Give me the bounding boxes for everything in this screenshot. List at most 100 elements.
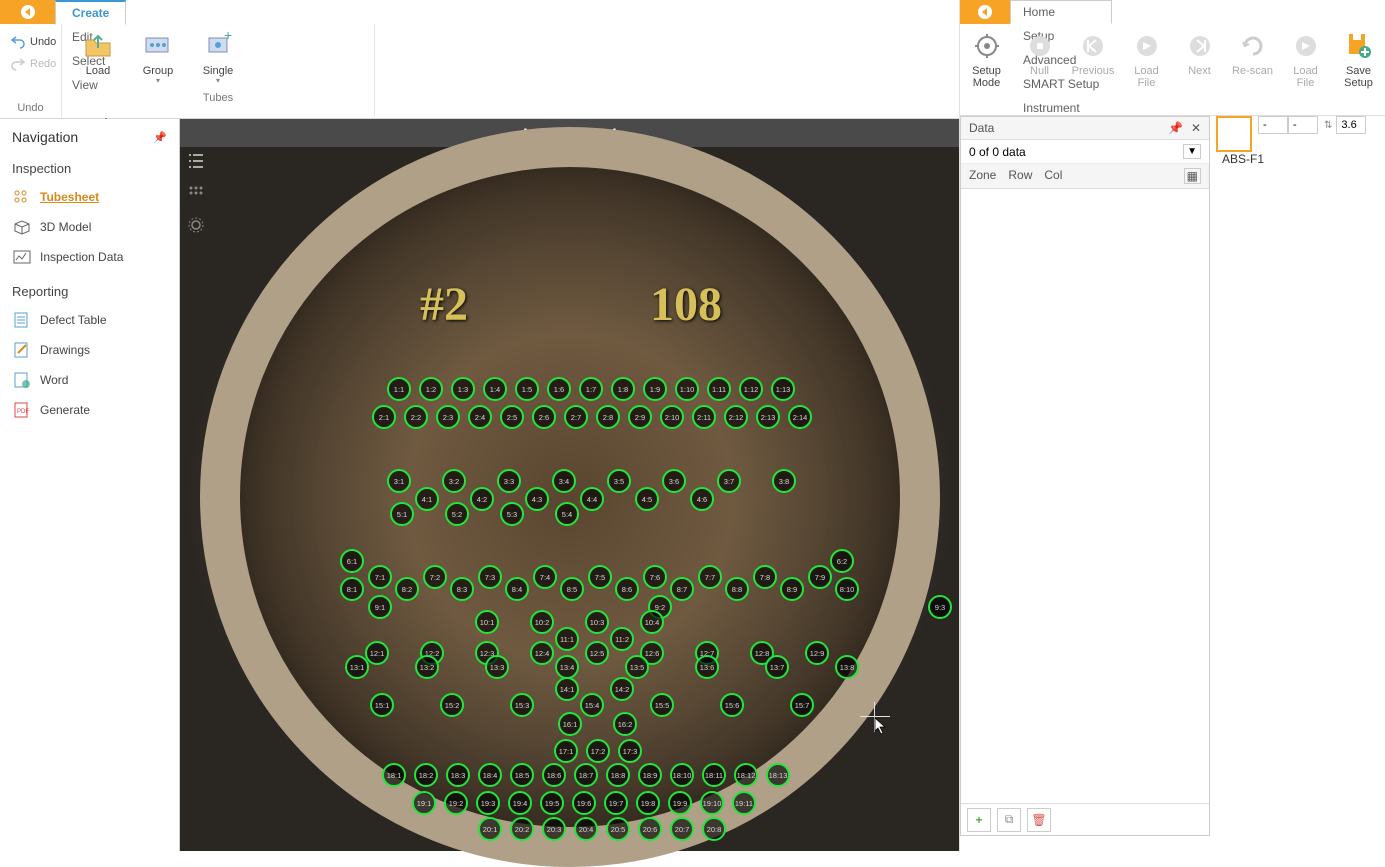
tube-4-3[interactable]: 4:3 — [525, 487, 549, 511]
tube-19-8[interactable]: 19:8 — [636, 791, 660, 815]
tube-2-5[interactable]: 2:5 — [500, 405, 524, 429]
tube-5-2[interactable]: 5:2 — [445, 502, 469, 526]
tube-2-2[interactable]: 2:2 — [404, 405, 428, 429]
null-button[interactable]: Null — [1013, 24, 1066, 115]
tube-8-2[interactable]: 8:2 — [395, 577, 419, 601]
tube-1-1[interactable]: 1:1 — [387, 377, 411, 401]
load-file-button[interactable]: Load File — [1120, 24, 1173, 115]
pin-icon[interactable]: 📌 — [153, 131, 167, 144]
tube-2-13[interactable]: 2:13 — [756, 405, 780, 429]
tube-2-4[interactable]: 2:4 — [468, 405, 492, 429]
tube-11-2[interactable]: 11:2 — [610, 627, 634, 651]
tube-15-1[interactable]: 15:1 — [370, 693, 394, 717]
undo-button[interactable]: Undo — [6, 32, 60, 52]
tube-7-6[interactable]: 7:6 — [643, 565, 667, 589]
tube-7-8[interactable]: 7:8 — [753, 565, 777, 589]
tube-19-1[interactable]: 19:1 — [412, 791, 436, 815]
tube-3-6[interactable]: 3:6 — [662, 469, 686, 493]
tube-5-1[interactable]: 5:1 — [390, 502, 414, 526]
tube-7-7[interactable]: 7:7 — [698, 565, 722, 589]
tube-17-2[interactable]: 17:2 — [586, 739, 610, 763]
tube-2-7[interactable]: 2:7 — [564, 405, 588, 429]
save-setup-button[interactable]: Save Setup — [1332, 24, 1385, 115]
tube-8-10[interactable]: 8:10 — [835, 577, 859, 601]
app-menu-button[interactable] — [0, 0, 55, 24]
tube-4-5[interactable]: 4:5 — [635, 487, 659, 511]
single-button[interactable]: +Single▾ — [188, 26, 248, 90]
tube-14-1[interactable]: 14:1 — [555, 677, 579, 701]
value-top[interactable]: - — [1258, 116, 1288, 134]
tube-9-3[interactable]: 9:3 — [928, 595, 952, 619]
tube-6-2[interactable]: 6:2 — [830, 549, 854, 573]
tube-8-4[interactable]: 8:4 — [505, 577, 529, 601]
tube-10-3[interactable]: 10:3 — [585, 610, 609, 634]
tube-19-3[interactable]: 19:3 — [476, 791, 500, 815]
tube-1-13[interactable]: 1:13 — [771, 377, 795, 401]
tube-8-6[interactable]: 8:6 — [615, 577, 639, 601]
nav-item-tubesheet[interactable]: Tubesheet — [0, 182, 179, 212]
tube-1-9[interactable]: 1:9 — [643, 377, 667, 401]
tube-19-2[interactable]: 19:2 — [444, 791, 468, 815]
tube-8-1[interactable]: 8:1 — [340, 577, 364, 601]
tube-4-1[interactable]: 4:1 — [415, 487, 439, 511]
tube-2-12[interactable]: 2:12 — [724, 405, 748, 429]
tube-2-1[interactable]: 2:1 — [372, 405, 396, 429]
tube-8-8[interactable]: 8:8 — [725, 577, 749, 601]
group-button[interactable]: Group▾ — [128, 26, 188, 90]
tube-18-6[interactable]: 18:6 — [542, 763, 566, 787]
tube-1-3[interactable]: 1:3 — [451, 377, 475, 401]
tube-13-2[interactable]: 13:2 — [415, 655, 439, 679]
tube-2-10[interactable]: 2:10 — [660, 405, 684, 429]
tube-19-10[interactable]: 19:10 — [700, 791, 724, 815]
tube-8-7[interactable]: 8:7 — [670, 577, 694, 601]
tube-20-3[interactable]: 20:3 — [542, 817, 566, 841]
tube-11-1[interactable]: 11:1 — [555, 627, 579, 651]
updown-icon[interactable]: ⇅ — [1324, 120, 1332, 131]
nav-item-inspection-data[interactable]: Inspection Data — [0, 242, 179, 272]
tube-18-7[interactable]: 18:7 — [574, 763, 598, 787]
selection-preview[interactable] — [1216, 116, 1252, 152]
tube-1-11[interactable]: 1:11 — [707, 377, 731, 401]
tube-17-1[interactable]: 17:1 — [554, 739, 578, 763]
tube-8-5[interactable]: 8:5 — [560, 577, 584, 601]
tube-5-3[interactable]: 5:3 — [500, 502, 524, 526]
tube-3-1[interactable]: 3:1 — [387, 469, 411, 493]
tube-14-2[interactable]: 14:2 — [610, 677, 634, 701]
tube-2-9[interactable]: 2:9 — [628, 405, 652, 429]
value-field[interactable]: 3.6 — [1336, 116, 1366, 134]
tube-7-4[interactable]: 7:4 — [533, 565, 557, 589]
list-icon[interactable] — [186, 151, 206, 171]
tube-20-7[interactable]: 20:7 — [670, 817, 694, 841]
tube-5-4[interactable]: 5:4 — [555, 502, 579, 526]
tube-18-4[interactable]: 18:4 — [478, 763, 502, 787]
tube-13-3[interactable]: 13:3 — [485, 655, 509, 679]
tube-8-9[interactable]: 8:9 — [780, 577, 804, 601]
tube-1-6[interactable]: 1:6 — [547, 377, 571, 401]
tube-18-13[interactable]: 18:13 — [766, 763, 790, 787]
nav-item-word[interactable]: Word — [0, 365, 179, 395]
nav-item-generate[interactable]: PDFGenerate — [0, 395, 179, 425]
tube-18-5[interactable]: 18:5 — [510, 763, 534, 787]
tube-18-3[interactable]: 18:3 — [446, 763, 470, 787]
tube-15-5[interactable]: 15:5 — [650, 693, 674, 717]
tube-3-3[interactable]: 3:3 — [497, 469, 521, 493]
tube-12-1[interactable]: 12:1 — [365, 641, 389, 665]
tube-20-5[interactable]: 20:5 — [606, 817, 630, 841]
tube-19-7[interactable]: 19:7 — [604, 791, 628, 815]
tube-17-3[interactable]: 17:3 — [618, 739, 642, 763]
tube-1-8[interactable]: 1:8 — [611, 377, 635, 401]
tube-9-1[interactable]: 9:1 — [368, 595, 392, 619]
grid-icon[interactable] — [186, 183, 206, 203]
tube-18-11[interactable]: 18:11 — [702, 763, 726, 787]
filter-icon[interactable]: ▼ — [1183, 144, 1201, 159]
pin-icon[interactable]: 📌 — [1168, 121, 1183, 135]
tube-18-12[interactable]: 18:12 — [734, 763, 758, 787]
tube-6-1[interactable]: 6:1 — [340, 549, 364, 573]
tube-3-8[interactable]: 3:8 — [772, 469, 796, 493]
copy-button[interactable]: ⧉ — [997, 808, 1021, 832]
tube-18-8[interactable]: 18:8 — [606, 763, 630, 787]
tube-7-3[interactable]: 7:3 — [478, 565, 502, 589]
tube-18-9[interactable]: 18:9 — [638, 763, 662, 787]
tube-19-5[interactable]: 19:5 — [540, 791, 564, 815]
tube-1-12[interactable]: 1:12 — [739, 377, 763, 401]
